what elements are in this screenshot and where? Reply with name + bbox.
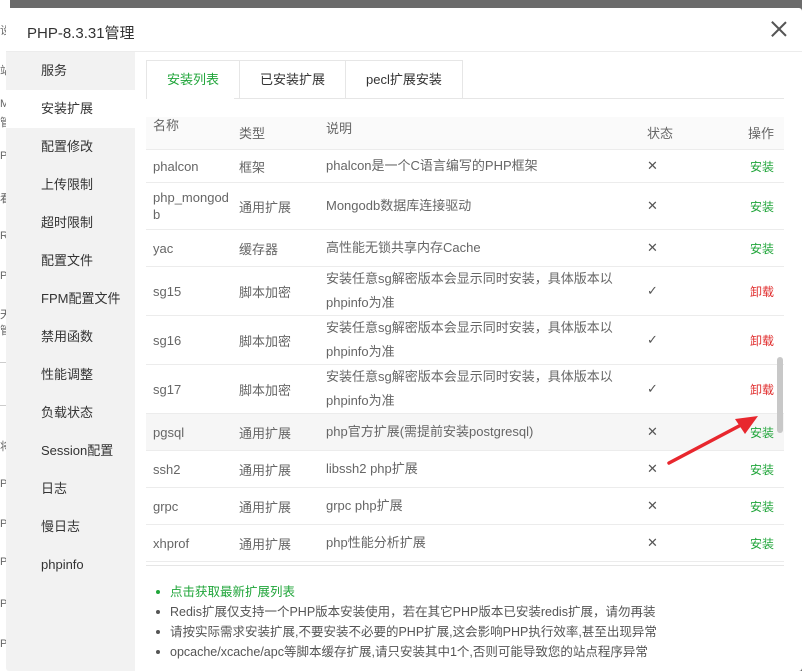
annotation-arrow-shaft	[667, 423, 743, 465]
annotation-arrow	[667, 416, 758, 465]
